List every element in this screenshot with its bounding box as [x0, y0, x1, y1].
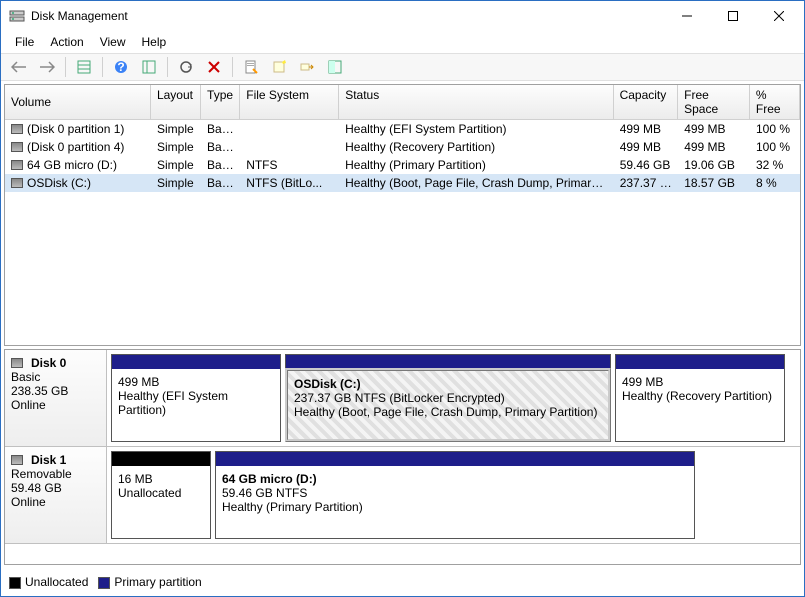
- refresh-button[interactable]: [174, 55, 198, 79]
- table-row[interactable]: (Disk 0 partition 1)SimpleBasicHealthy (…: [5, 120, 800, 138]
- back-button[interactable]: [7, 55, 31, 79]
- disk-panel[interactable]: Disk 0Basic238.35 GBOnline499 MBHealthy …: [4, 349, 801, 565]
- extend-button[interactable]: [295, 55, 319, 79]
- partition[interactable]: 499 MBHealthy (EFI System Partition): [111, 354, 281, 442]
- close-button[interactable]: [756, 2, 802, 30]
- col-capacity[interactable]: Capacity: [614, 85, 679, 119]
- disk-icon: [11, 124, 23, 134]
- table-row[interactable]: (Disk 0 partition 4)SimpleBasicHealthy (…: [5, 138, 800, 156]
- svg-text:?: ?: [117, 60, 124, 74]
- menu-action[interactable]: Action: [42, 33, 91, 51]
- partition[interactable]: 64 GB micro (D:)59.46 GB NTFSHealthy (Pr…: [215, 451, 695, 539]
- table-row[interactable]: OSDisk (C:)SimpleBasicNTFS (BitLo...Heal…: [5, 174, 800, 192]
- disk-info[interactable]: Disk 0Basic238.35 GBOnline: [5, 350, 107, 446]
- volume-list-body[interactable]: (Disk 0 partition 1)SimpleBasicHealthy (…: [5, 120, 800, 345]
- disk-icon: [11, 142, 23, 152]
- col-volume[interactable]: Volume: [5, 85, 151, 119]
- col-free[interactable]: Free Space: [678, 85, 750, 119]
- window-title: Disk Management: [31, 9, 664, 23]
- panel-button[interactable]: [137, 55, 161, 79]
- titlebar: Disk Management: [1, 1, 804, 31]
- table-row[interactable]: 64 GB micro (D:)SimpleBasicNTFSHealthy (…: [5, 156, 800, 174]
- new-button[interactable]: [267, 55, 291, 79]
- maximize-button[interactable]: [710, 2, 756, 30]
- legend-unallocated: Unallocated: [9, 575, 88, 589]
- help-button[interactable]: ?: [109, 55, 133, 79]
- disk-icon: [11, 160, 23, 170]
- disk-info[interactable]: Disk 1Removable59.48 GBOnline: [5, 447, 107, 543]
- disk-icon: [11, 178, 23, 188]
- shrink-button[interactable]: [323, 55, 347, 79]
- menu-file[interactable]: File: [7, 33, 42, 51]
- volume-list: Volume Layout Type File System Status Ca…: [4, 84, 801, 346]
- menubar: File Action View Help: [1, 31, 804, 53]
- minimize-button[interactable]: [664, 2, 710, 30]
- partition[interactable]: 16 MBUnallocated: [111, 451, 211, 539]
- toolbar: ?: [1, 53, 804, 81]
- partition[interactable]: OSDisk (C:)237.37 GB NTFS (BitLocker Enc…: [285, 354, 611, 442]
- legend-primary: Primary partition: [98, 575, 201, 589]
- app-icon: [9, 8, 25, 24]
- delete-button[interactable]: [202, 55, 226, 79]
- disk-row: Disk 0Basic238.35 GBOnline499 MBHealthy …: [5, 350, 800, 447]
- disk-icon: [11, 358, 23, 368]
- forward-button[interactable]: [35, 55, 59, 79]
- view-list-button[interactable]: [72, 55, 96, 79]
- disk-row: Disk 1Removable59.48 GBOnline16 MBUnallo…: [5, 447, 800, 544]
- properties-button[interactable]: [239, 55, 263, 79]
- col-fs[interactable]: File System: [240, 85, 339, 119]
- col-type[interactable]: Type: [201, 85, 240, 119]
- disk-icon: [11, 455, 23, 465]
- col-pfree[interactable]: % Free: [750, 85, 800, 119]
- menu-help[interactable]: Help: [134, 33, 175, 51]
- col-layout[interactable]: Layout: [151, 85, 201, 119]
- legend: Unallocated Primary partition: [1, 568, 804, 596]
- col-status[interactable]: Status: [339, 85, 613, 119]
- partition[interactable]: 499 MBHealthy (Recovery Partition): [615, 354, 785, 442]
- menu-view[interactable]: View: [92, 33, 134, 51]
- volume-list-header: Volume Layout Type File System Status Ca…: [5, 85, 800, 120]
